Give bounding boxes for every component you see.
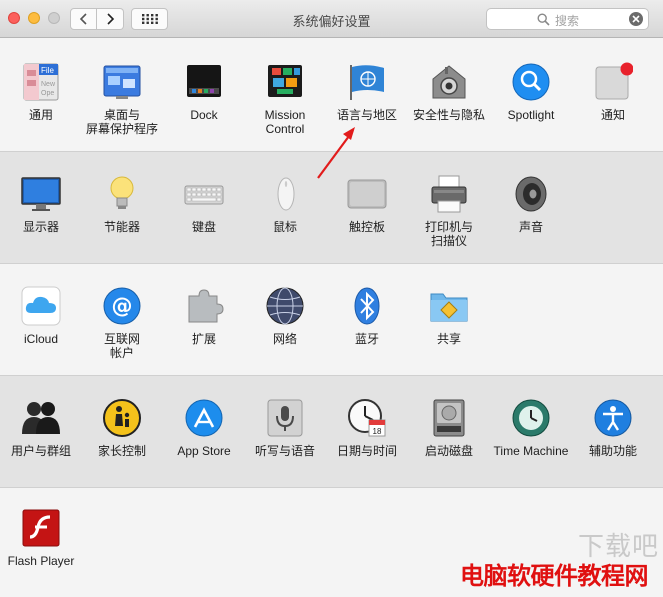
- system-preferences-window: 系统偏好设置 搜索 File New Ope 通用 桌面与 屏幕保护程序 Doc…: [0, 0, 663, 597]
- site-watermark: 电脑软硬件教程网: [460, 562, 649, 590]
- annotation-arrow: [317, 127, 355, 179]
